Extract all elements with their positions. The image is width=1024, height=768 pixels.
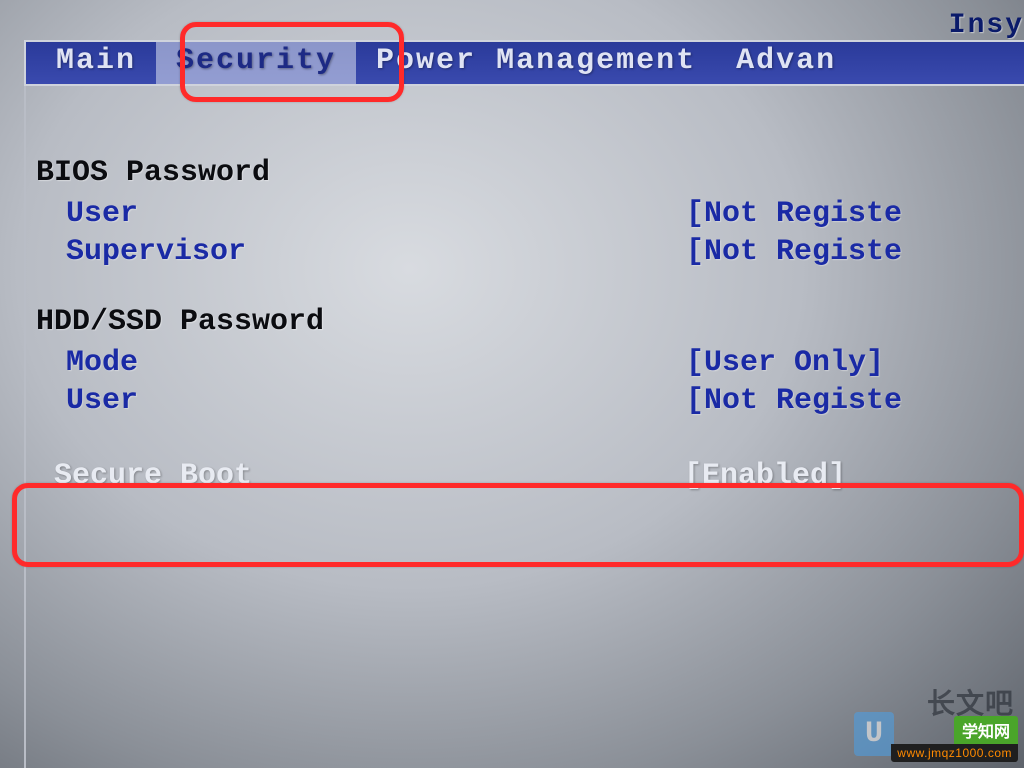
watermark-badge: U — [854, 712, 894, 756]
tab-advanced[interactable]: Advan — [716, 42, 856, 84]
hdd-mode-label: Mode — [66, 345, 686, 383]
tab-security[interactable]: Security — [156, 42, 356, 84]
bios-user-label: User — [66, 196, 686, 234]
hdd-user-value: [Not Registe — [686, 383, 902, 421]
vendor-label: Insy — [949, 10, 1024, 41]
row-hdd-mode[interactable]: Mode [User Only] — [26, 345, 1024, 383]
row-bios-supervisor[interactable]: Supervisor [Not Registe — [26, 234, 1024, 272]
bios-user-value: [Not Registe — [686, 196, 902, 234]
secure-boot-value: [Enabled] — [684, 459, 846, 493]
secure-boot-label: Secure Boot — [54, 459, 684, 493]
watermark-site: 学知网 www.jmqz1000.com — [891, 716, 1018, 762]
row-bios-user[interactable]: User [Not Registe — [26, 196, 1024, 234]
watermark-site-url: www.jmqz1000.com — [891, 744, 1018, 762]
section-hdd-password-title: HDD/SSD Password — [26, 305, 1024, 339]
section-bios-password-title: BIOS Password — [26, 156, 1024, 190]
watermark-site-name: 学知网 — [954, 716, 1018, 744]
row-hdd-user[interactable]: User [Not Registe — [26, 383, 1024, 421]
hdd-user-label: User — [66, 383, 686, 421]
row-secure-boot[interactable]: Secure Boot [Enabled] — [26, 452, 1024, 500]
bios-supervisor-value: [Not Registe — [686, 234, 902, 272]
tab-power-management[interactable]: Power Management — [356, 42, 716, 84]
tab-bar: Main Security Power Management Advan — [24, 40, 1024, 86]
tab-main[interactable]: Main — [36, 42, 156, 84]
bios-supervisor-label: Supervisor — [66, 234, 686, 272]
hdd-mode-value: [User Only] — [686, 345, 884, 383]
bios-content: BIOS Password User [Not Registe Supervis… — [24, 86, 1024, 768]
bios-screen: Insy Main Security Power Management Adva… — [10, 8, 1024, 768]
